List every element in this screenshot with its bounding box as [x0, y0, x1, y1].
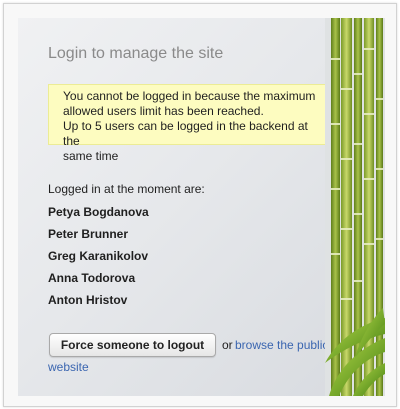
or-text: or [222, 338, 233, 352]
notice-line: same time [63, 149, 119, 163]
list-item: Peter Brunner [48, 227, 129, 241]
list-item: Anna Todorova [48, 271, 136, 285]
notice-line: Up to 5 users can be logged in the backe… [63, 119, 308, 148]
limit-notice: You cannot be logged in because the maxi… [48, 84, 328, 163]
browse-public-website-link[interactable]: browse the public [235, 338, 328, 352]
force-logout-button[interactable]: Force someone to logout [49, 333, 216, 357]
list-item: Petya Bogdanova [48, 205, 149, 219]
logged-in-users-list: Petya Bogdanova Peter Brunner Greg Karan… [48, 205, 149, 315]
login-panel: Login to manage the site You cannot be l… [18, 18, 385, 396]
page-title: Login to manage the site [48, 45, 224, 62]
list-item: Anton Hristov [48, 293, 128, 307]
notice-line: allowed users limit has been reached. [63, 104, 264, 118]
list-item: Greg Karanikolov [48, 249, 149, 263]
notice-line: You cannot be logged in because the maxi… [63, 89, 316, 103]
login-frame: Login to manage the site You cannot be l… [3, 3, 397, 407]
logged-in-label: Logged in at the moment are: [48, 182, 205, 196]
bamboo-decoration [325, 18, 385, 396]
browse-public-website-link-continued[interactable]: website [48, 360, 89, 374]
